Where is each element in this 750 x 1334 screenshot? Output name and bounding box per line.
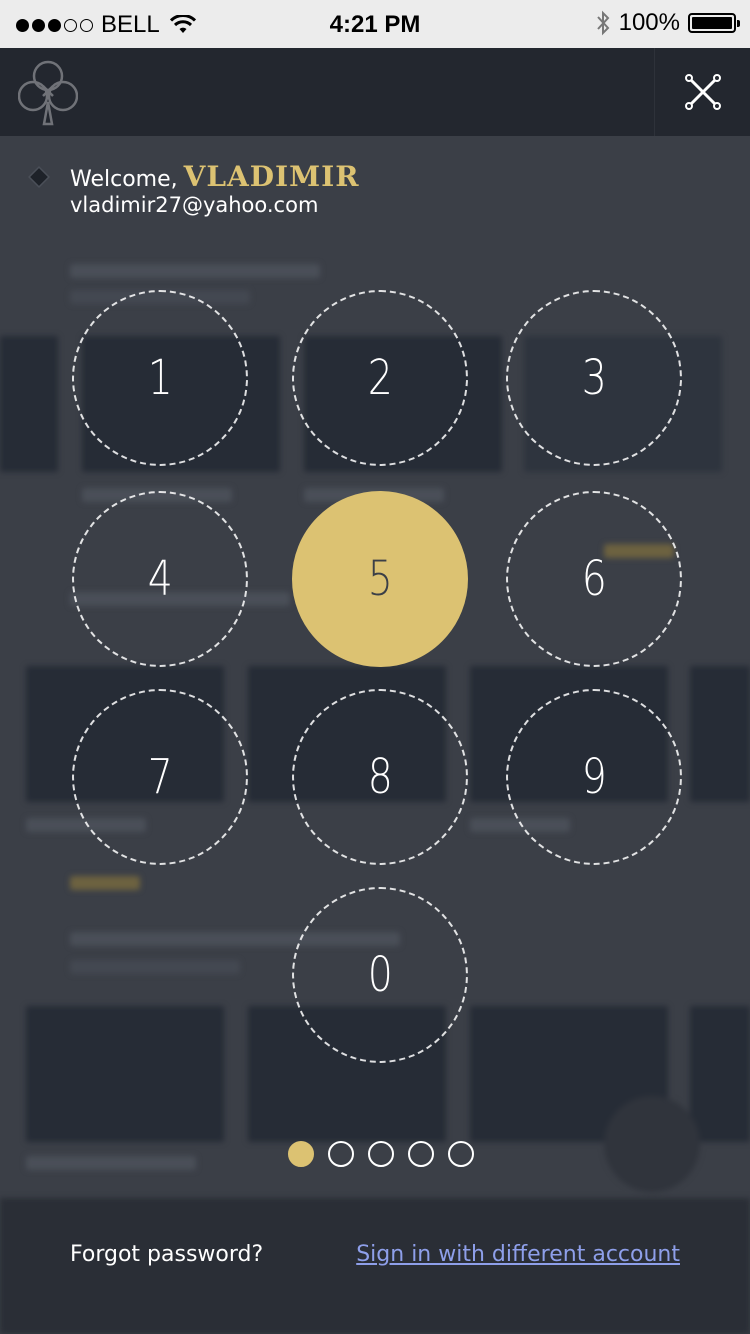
key-label: 6	[581, 551, 607, 607]
forgot-password-link[interactable]: Forgot password?	[70, 1242, 263, 1267]
key-label: 8	[367, 749, 393, 805]
close-icon	[684, 74, 721, 110]
keypad-key-6[interactable]: 6	[506, 491, 682, 667]
keypad-key-3[interactable]: 3	[506, 290, 682, 466]
welcome-message: Welcome, VLADIMIR	[70, 160, 360, 193]
diamond-icon	[28, 166, 50, 188]
pin-dot	[368, 1141, 394, 1167]
user-email: vladimir27@yahoo.com	[70, 193, 319, 217]
bluetooth-icon	[596, 10, 609, 36]
pin-progress	[288, 1141, 474, 1167]
keypad-key-0[interactable]: 0	[292, 887, 468, 1063]
keypad-key-7[interactable]: 7	[72, 689, 248, 865]
pin-dot	[408, 1141, 434, 1167]
keypad-key-5[interactable]: 5	[292, 491, 468, 667]
battery-icon	[688, 13, 740, 33]
battery-percent: 100%	[618, 9, 680, 36]
key-label: 3	[581, 350, 607, 406]
key-label: 4	[147, 551, 173, 607]
keypad-key-4[interactable]: 4	[72, 491, 248, 667]
key-label: 1	[147, 350, 173, 406]
close-button[interactable]	[654, 48, 750, 136]
pin-dot	[448, 1141, 474, 1167]
username: VLADIMIR	[183, 160, 360, 193]
keypad-key-8[interactable]: 8	[292, 689, 468, 865]
top-bar	[0, 48, 750, 136]
status-bar: BELL 4:21 PM 100%	[0, 0, 750, 48]
club-logo-icon[interactable]	[18, 58, 78, 126]
key-label: 7	[147, 749, 173, 805]
key-label: 2	[367, 350, 393, 406]
key-label: 0	[367, 947, 393, 1003]
keypad-key-9[interactable]: 9	[506, 689, 682, 865]
sign-in-different-account-link[interactable]: Sign in with different account	[356, 1242, 680, 1267]
keypad-key-1[interactable]: 1	[72, 290, 248, 466]
keypad-key-2[interactable]: 2	[292, 290, 468, 466]
battery-fill	[692, 17, 732, 29]
status-right: 100%	[595, 9, 740, 37]
key-label: 9	[581, 749, 607, 805]
pin-dot	[328, 1141, 354, 1167]
pin-dot	[288, 1141, 314, 1167]
welcome-label: Welcome,	[70, 167, 178, 192]
key-label: 5	[367, 551, 393, 607]
